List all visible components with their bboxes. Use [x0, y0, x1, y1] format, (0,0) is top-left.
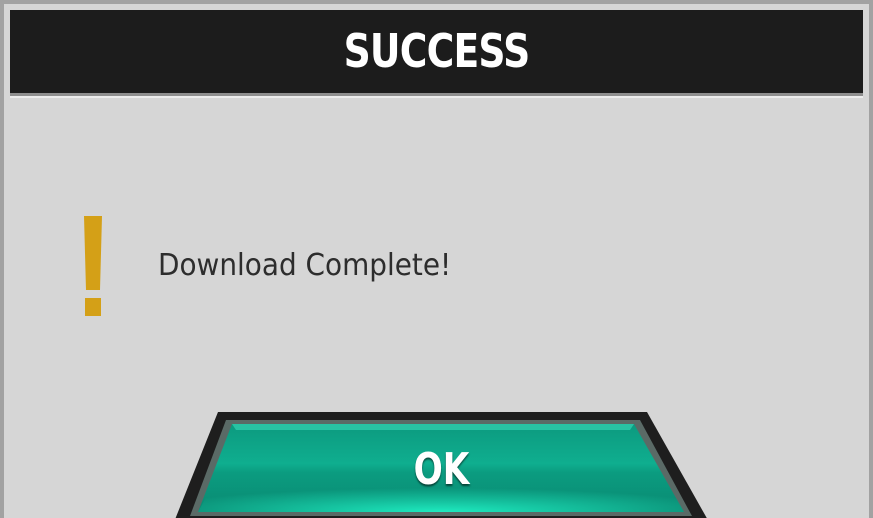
- dialog-message: Download Complete!: [158, 248, 452, 283]
- ok-button[interactable]: OK: [174, 412, 709, 518]
- dialog-title: SUCCESS: [343, 24, 531, 78]
- dialog-title-bar: SUCCESS: [10, 10, 863, 96]
- success-dialog: SUCCESS Download Complete! OK: [0, 0, 873, 518]
- ok-button-label: OK: [413, 444, 470, 495]
- exclamation-icon-graphic: [84, 216, 102, 316]
- exclamation-icon: [82, 212, 104, 318]
